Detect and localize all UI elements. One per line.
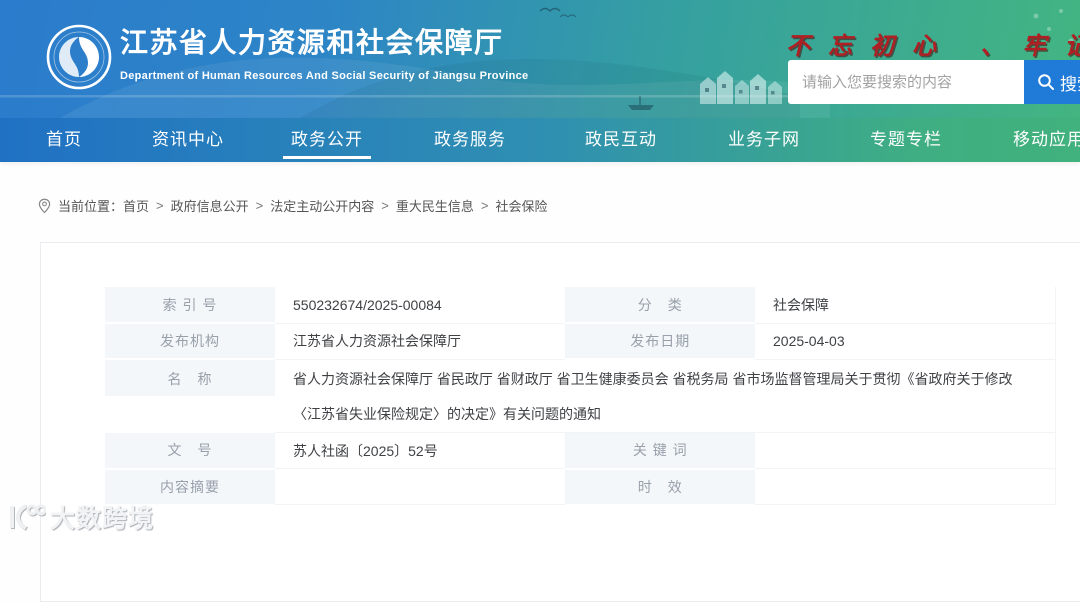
validity-value: [755, 469, 1055, 505]
pub-date-label: 发布日期: [565, 323, 755, 359]
breadcrumb-item-gov-info[interactable]: 政府信息公开: [171, 196, 249, 215]
doc-number-value: 苏人社函〔2025〕52号: [275, 433, 565, 469]
table-row: 名 称 省人力资源社会保障厅 省民政厅 省财政厅 省卫生健康委员会 省税务局 省…: [105, 359, 1055, 433]
issuer-value: 江苏省人力资源社会保障厅: [275, 323, 565, 359]
agency-logo[interactable]: [44, 22, 114, 92]
table-row: 内容摘要 时 效: [105, 469, 1055, 505]
index-number-value: 550232674/2025-00084: [275, 287, 565, 323]
breadcrumb-item-social-insurance[interactable]: 社会保险: [495, 196, 547, 215]
keywords-label: 关 键 词: [565, 433, 755, 469]
breadcrumb-prefix: 当前位置：: [58, 196, 123, 215]
nav-item-news[interactable]: 资讯中心: [152, 118, 224, 162]
nav-item-gov-service[interactable]: 政务服务: [434, 118, 506, 162]
summary-label: 内容摘要: [105, 469, 275, 505]
search-input[interactable]: [788, 60, 1024, 104]
validity-label: 时 效: [565, 469, 755, 505]
site-subtitle-en: Department of Human Resources And Social…: [120, 70, 528, 82]
breadcrumb-item-statutory-disclosure[interactable]: 法定主动公开内容: [270, 196, 374, 215]
table-row: 发布机构 江苏省人力资源社会保障厅 发布日期 2025-04-03: [105, 323, 1055, 359]
breadcrumb-item-livelihood-info[interactable]: 重大民生信息: [396, 196, 474, 215]
search-button[interactable]: 搜索: [1024, 60, 1080, 104]
slogan-calligraphy: 不忘初心 、牢记使命: [786, 26, 1080, 61]
doc-number-label: 文 号: [105, 433, 275, 469]
location-pin-icon: [38, 198, 51, 214]
index-number-label: 索 引 号: [105, 287, 275, 323]
doc-name-label: 名 称: [105, 359, 275, 433]
search-icon: [1037, 73, 1055, 91]
breadcrumb-separator: >: [256, 198, 264, 213]
nav-item-topics[interactable]: 专题专栏: [870, 118, 942, 162]
pub-date-value: 2025-04-03: [755, 323, 1055, 359]
category-value: 社会保障: [755, 287, 1055, 323]
search-button-label: 搜索: [1060, 70, 1080, 95]
document-meta-table: 索 引 号 550232674/2025-00084 分 类 社会保障 发布机构…: [105, 287, 1056, 506]
nav-item-mobile[interactable]: 移动应用: [1013, 118, 1080, 162]
category-label: 分 类: [565, 287, 755, 323]
nav-item-subsites[interactable]: 业务子网: [728, 118, 800, 162]
doc-name-value: 省人力资源社会保障厅 省民政厅 省财政厅 省卫生健康委员会 省税务局 省市场监督…: [275, 359, 1055, 433]
table-row: 文 号 苏人社函〔2025〕52号 关 键 词: [105, 433, 1055, 469]
nav-item-interaction[interactable]: 政民互动: [585, 118, 657, 162]
site-title-block: 江苏省人力资源和社会保障厅 Department of Human Resour…: [120, 26, 528, 82]
keywords-value: [755, 433, 1055, 469]
breadcrumb: 当前位置： 首页 > 政府信息公开 > 法定主动公开内容 > 重大民生信息 > …: [38, 196, 547, 215]
summary-value: [275, 469, 565, 505]
page: { "header": { "title": "江苏省人力资源和社会保障厅", …: [0, 0, 1080, 537]
site-header: 江苏省人力资源和社会保障厅 Department of Human Resour…: [0, 0, 1080, 118]
issuer-label: 发布机构: [105, 323, 275, 359]
breadcrumb-separator: >: [481, 198, 489, 213]
breadcrumb-separator: >: [156, 198, 164, 213]
table-row: 索 引 号 550232674/2025-00084 分 类 社会保障: [105, 287, 1055, 323]
document-card: 索 引 号 550232674/2025-00084 分 类 社会保障 发布机构…: [40, 242, 1080, 602]
main-nav: 首页 资讯中心 政务公开 政务服务 政民互动 业务子网 专题专栏 移动应用: [0, 118, 1080, 162]
breadcrumb-separator: >: [381, 198, 389, 213]
nav-item-gov-info[interactable]: 政务公开: [291, 118, 363, 162]
breadcrumb-item-home[interactable]: 首页: [123, 196, 149, 215]
nav-item-home[interactable]: 首页: [46, 118, 82, 162]
site-title: 江苏省人力资源和社会保障厅: [120, 26, 528, 60]
